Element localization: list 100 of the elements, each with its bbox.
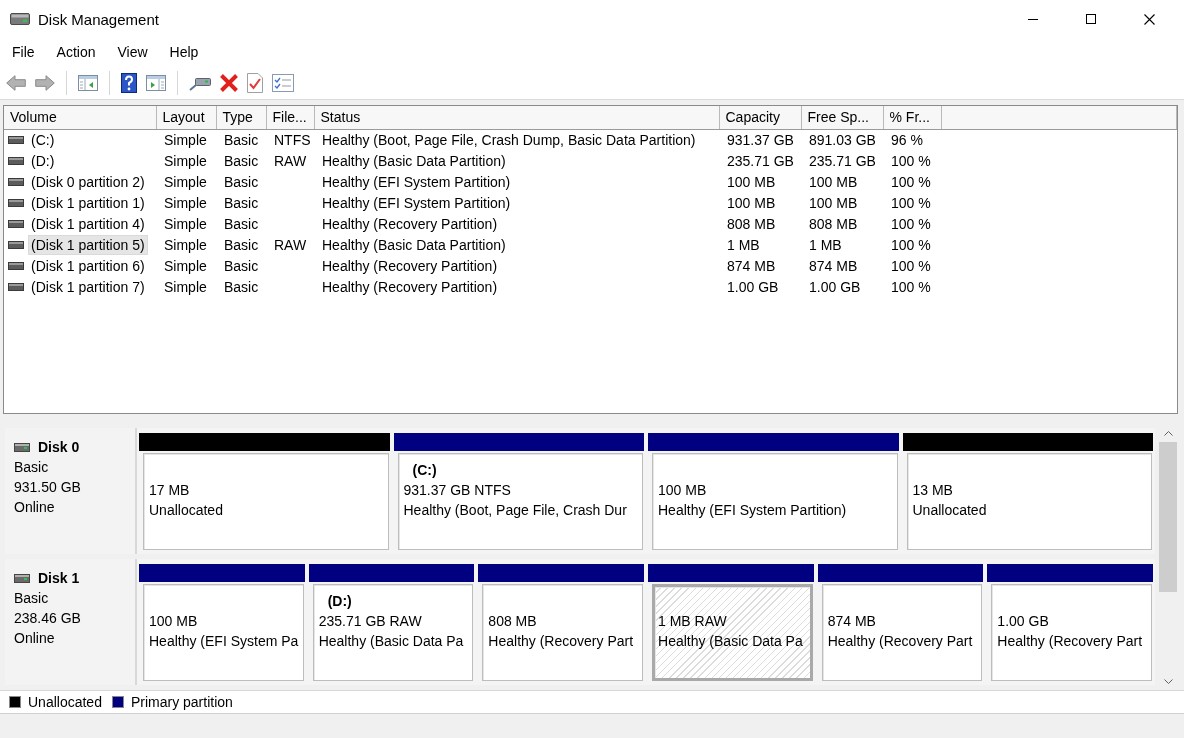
table-cell-text: 100 MB bbox=[726, 193, 777, 213]
partition-panel[interactable]: 100 MB Healthy (EFI System Pa bbox=[143, 584, 304, 681]
delete-icon[interactable] bbox=[220, 73, 238, 92]
table-cell-text: 874 MB bbox=[726, 256, 777, 276]
list-item[interactable]: (Disk 0 partition 2) bbox=[29, 172, 147, 191]
partition-panel[interactable]: 100 MB Healthy (EFI System Partition) bbox=[652, 453, 898, 550]
table-cell-text: 100 % bbox=[890, 214, 932, 234]
table-cell-text: 808 MB bbox=[726, 214, 777, 234]
drive-icon bbox=[8, 261, 24, 270]
table-cell-text: 100 MB bbox=[726, 172, 777, 192]
disk-size: 931.50 GB bbox=[14, 478, 82, 497]
partition-size: 1 MB RAW bbox=[658, 612, 727, 631]
drive-icon bbox=[8, 219, 24, 228]
drive-icon bbox=[8, 282, 24, 291]
partition-panel[interactable]: (C:) 931.37 GB NTFS Healthy (Boot, Page File, Crash Dur bbox=[397, 453, 643, 550]
partition-size: 874 MB bbox=[827, 612, 876, 631]
table-cell-text: Simple bbox=[163, 172, 208, 192]
help-icon[interactable] bbox=[121, 72, 137, 93]
table-cell-text: Healthy (Basic Data Partition) bbox=[321, 235, 507, 255]
chevron-down-icon[interactable] bbox=[1163, 679, 1173, 684]
checklist-icon[interactable] bbox=[272, 73, 294, 92]
table-cell-text: RAW bbox=[273, 151, 308, 171]
list-item[interactable]: (Disk 1 partition 6) bbox=[29, 256, 147, 275]
table-cell-text: Simple bbox=[163, 235, 208, 255]
table-cell-text: 1 MB bbox=[726, 235, 761, 255]
table-cell: Basic bbox=[216, 129, 266, 150]
table-cell-text: RAW bbox=[273, 235, 308, 255]
column-header[interactable]: Type bbox=[216, 106, 266, 129]
column-header[interactable]: % Fr... bbox=[883, 106, 941, 129]
partition-name: (C:) bbox=[412, 462, 437, 478]
chevron-up-icon[interactable] bbox=[1163, 431, 1173, 436]
list-item[interactable]: (Disk 1 partition 4) bbox=[29, 214, 147, 233]
partition-status: Healthy (EFI System Pa bbox=[149, 632, 299, 651]
drive-icon bbox=[8, 198, 24, 207]
right-arrow-icon[interactable] bbox=[35, 74, 55, 91]
table-cell-text: 100 % bbox=[890, 277, 932, 297]
list-item[interactable]: (D:) bbox=[29, 151, 57, 170]
table-cell-text: Healthy (EFI System Partition) bbox=[321, 193, 512, 213]
partition-panel[interactable]: 874 MB Healthy (Recovery Part bbox=[821, 584, 983, 681]
table-cell-text: Healthy (Recovery Partition) bbox=[321, 256, 499, 276]
table-cell-text: Basic bbox=[223, 277, 260, 297]
table-cell-text: 100 % bbox=[890, 235, 932, 255]
table-cell-text: Healthy (Recovery Partition) bbox=[321, 214, 499, 234]
column-header[interactable]: File... bbox=[266, 106, 314, 129]
menu-item[interactable]: Action bbox=[48, 42, 104, 62]
table-cell-text: Basic bbox=[223, 214, 260, 234]
column-header[interactable]: Status bbox=[314, 106, 719, 129]
drive-icon bbox=[14, 573, 30, 583]
table-cell-text: 1 MB bbox=[808, 235, 843, 255]
partition-panel[interactable]: 13 MB Unallocated bbox=[906, 453, 1152, 550]
partition-size: 235.71 GB RAW bbox=[318, 612, 422, 631]
table-cell-text: 100 % bbox=[890, 172, 932, 192]
list-item[interactable]: (Disk 1 partition 7) bbox=[29, 277, 147, 296]
table-cell-text: Basic bbox=[223, 172, 260, 192]
partition-size: 808 MB bbox=[488, 612, 537, 631]
column-header[interactable]: Free Sp... bbox=[801, 106, 883, 129]
menu-item[interactable]: File bbox=[4, 42, 43, 62]
menu-item[interactable]: View bbox=[109, 42, 156, 62]
list-item[interactable]: (Disk 1 partition 5) bbox=[29, 235, 147, 254]
partition-panel[interactable]: 1.00 GB Healthy (Recovery Part bbox=[991, 584, 1153, 681]
partition-status: Healthy (Basic Data Pa bbox=[658, 632, 803, 651]
scrollbar-thumb[interactable] bbox=[1159, 442, 1177, 592]
table-cell-text: Basic bbox=[223, 235, 260, 255]
partition-panel[interactable]: 1 MB RAW Healthy (Basic Data Pa bbox=[652, 584, 813, 681]
table-cell: 891.03 GB bbox=[801, 129, 883, 150]
document-check-icon[interactable] bbox=[247, 72, 263, 93]
table-cell-text: Healthy (EFI System Partition) bbox=[321, 172, 512, 192]
table-cell-text: 100 % bbox=[890, 151, 932, 171]
list-item[interactable]: (C:) bbox=[29, 130, 57, 149]
table-cell-text: Simple bbox=[163, 256, 208, 276]
drive-icon bbox=[8, 135, 24, 144]
table-cell-text: 100 MB bbox=[808, 193, 859, 213]
table-cell-text: Simple bbox=[163, 214, 208, 234]
drive-icon bbox=[8, 156, 24, 165]
legend-label: Unallocated bbox=[28, 694, 102, 710]
table-cell-text: 1.00 GB bbox=[726, 277, 780, 297]
partition-panel[interactable]: (D:) 235.71 GB RAW Healthy (Basic Data Pa bbox=[312, 584, 474, 681]
partition-panel[interactable]: 17 MB Unallocated bbox=[143, 453, 389, 550]
list-item[interactable]: (Disk 1 partition 1) bbox=[29, 193, 147, 212]
panel-window-icon[interactable] bbox=[146, 74, 166, 91]
table-cell-text: Simple bbox=[163, 193, 208, 213]
partition-status: Healthy (EFI System Partition) bbox=[658, 501, 847, 520]
partition-panel[interactable]: 808 MB Healthy (Recovery Part bbox=[482, 584, 643, 681]
disk-name: Disk 1 bbox=[38, 570, 80, 586]
table-cell-text: Simple bbox=[163, 277, 208, 297]
column-header[interactable]: Layout bbox=[156, 106, 216, 129]
table-cell: NTFS bbox=[266, 129, 314, 150]
table-cell-text: 100 % bbox=[890, 256, 932, 276]
table-cell-text: 874 MB bbox=[808, 256, 859, 276]
menu-item[interactable]: Help bbox=[161, 42, 207, 62]
panel-window-icon[interactable] bbox=[78, 74, 98, 91]
table-cell-text: Basic bbox=[223, 151, 260, 171]
column-header[interactable]: Volume bbox=[4, 106, 156, 129]
table-cell: 96 % bbox=[883, 129, 941, 150]
partition-size: 931.37 GB NTFS bbox=[403, 481, 511, 500]
column-header[interactable]: Capacity bbox=[719, 106, 801, 129]
close-icon bbox=[1143, 13, 1155, 25]
disk-type: Basic bbox=[14, 589, 50, 608]
left-arrow-icon[interactable] bbox=[6, 74, 26, 91]
partition-size: 17 MB bbox=[149, 481, 190, 500]
